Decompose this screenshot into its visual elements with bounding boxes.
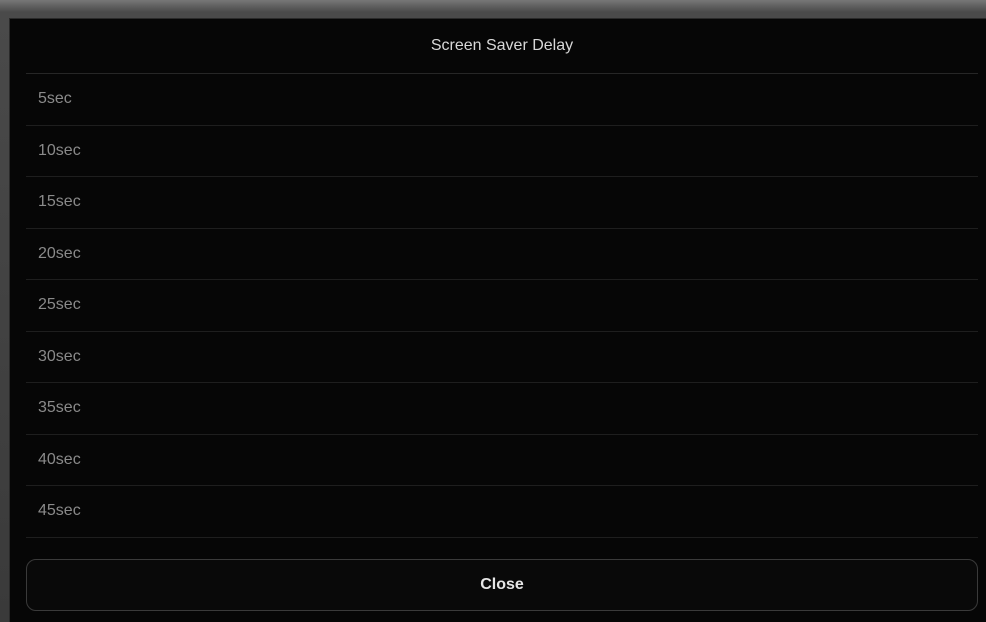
delay-option-15sec[interactable]: 15sec (26, 177, 978, 229)
delay-option-10sec[interactable]: 10sec (26, 126, 978, 177)
delay-option-25sec[interactable]: 25sec (26, 280, 978, 332)
delay-option-45sec[interactable]: 45sec (26, 486, 978, 538)
dialog-title: Screen Saver Delay (26, 19, 978, 74)
screen-saver-delay-dialog: Screen Saver Delay 5sec 10sec 15sec 20se… (9, 18, 986, 622)
close-button[interactable]: Close (26, 559, 978, 611)
delay-option-5sec[interactable]: 5sec (26, 74, 978, 126)
delay-option-30sec[interactable]: 30sec (26, 332, 978, 383)
delay-options-list: 5sec 10sec 15sec 20sec 25sec 30sec 35sec… (26, 74, 978, 538)
delay-option-20sec[interactable]: 20sec (26, 229, 978, 280)
delay-option-40sec[interactable]: 40sec (26, 435, 978, 486)
delay-option-35sec[interactable]: 35sec (26, 383, 978, 435)
